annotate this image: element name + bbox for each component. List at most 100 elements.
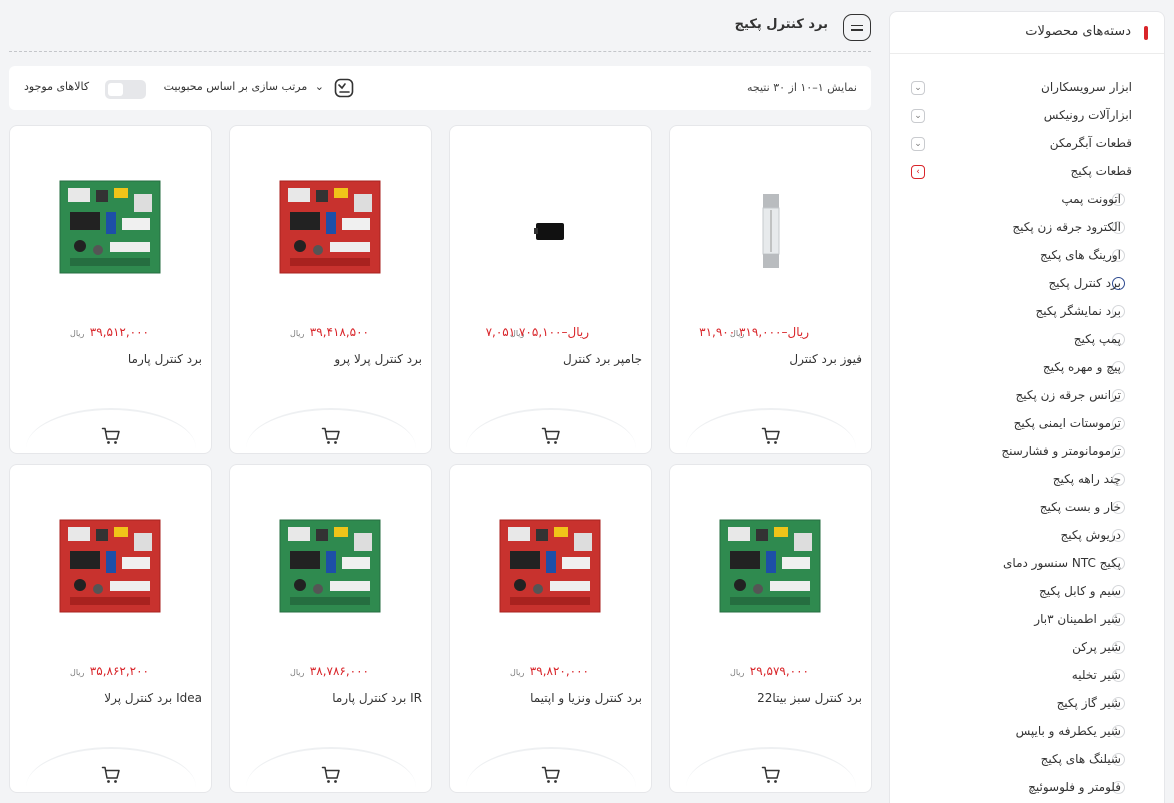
fuse-icon [670, 194, 871, 300]
sidebar-subcategory-label: شیر گاز پکیج [1056, 696, 1121, 710]
menu-icon[interactable] [843, 14, 871, 41]
sidebar-category[interactable]: ⌄ قطعات آبگرمکن [890, 132, 1164, 156]
sidebar-subcategory[interactable]: دریوش پکیج [890, 524, 1164, 548]
sidebar-subcategory[interactable]: پمپ پکیج [890, 328, 1164, 352]
sidebar-subcategory[interactable]: چند راهه پکیج [890, 468, 1164, 492]
green-pcb-icon [10, 180, 211, 300]
product-name[interactable]: برد کنترل پرلا Idea [104, 691, 202, 705]
product-name[interactable]: برد کنترل پارما [128, 352, 202, 366]
sidebar-subcategory[interactable]: شیر تخلیه [890, 664, 1164, 688]
sidebar-subcategory[interactable]: ترموستات ایمنی پکیج [890, 412, 1164, 436]
sidebar-header: دسته‌های محصولات [890, 12, 1164, 54]
sidebar-subcategory[interactable]: اورینگ های پکیج [890, 244, 1164, 268]
sidebar-subcategory[interactable]: فلومتر و فلوسوئیچ [890, 776, 1164, 800]
product-card[interactable]: ریال ۳۹,۴۱۸,۵۰۰ برد کنترل پرلا پرو [229, 125, 432, 454]
sidebar-subcategory[interactable]: برد نمایشگر پکیج [890, 300, 1164, 324]
product-name[interactable]: برد کنترل پرلا پرو [334, 352, 422, 366]
product-name[interactable]: فیوز برد کنترل [789, 352, 862, 366]
product-image[interactable] [230, 505, 431, 635]
product-image[interactable] [450, 166, 651, 296]
product-card[interactable]: ریال ۳۵,۸۶۲,۲۰۰ برد کنترل پرلا Idea [9, 464, 212, 793]
sidebar-subcategory-label: دریوش پکیج [1060, 528, 1121, 542]
sidebar-subcategory-label: پیچ و مهره پکیج [1042, 360, 1121, 374]
sidebar-subcategory[interactable]: شیر اطمینان ۳بار [890, 608, 1164, 632]
cart-icon[interactable] [761, 765, 781, 785]
chevron-down-icon[interactable]: ⌄ [911, 109, 925, 123]
sidebar-subcategory[interactable]: ترمومانومتر و فشارسنج [890, 440, 1164, 464]
product-name[interactable]: برد کنترل سبز بیتا22 [757, 691, 862, 705]
price-currency: ریال [70, 668, 85, 677]
product-image[interactable] [670, 505, 871, 635]
chevron-down-icon[interactable]: ⌄ [911, 81, 925, 95]
product-image[interactable] [10, 166, 211, 296]
price-currency: ریال [730, 668, 745, 677]
sidebar-subcategory[interactable]: خار و بست پکیج [890, 496, 1164, 520]
sidebar-subcategory-label: ترمومانومتر و فشارسنج [1001, 444, 1121, 458]
sidebar-category[interactable]: ‹ قطعات پکیج [890, 160, 1164, 184]
sidebar-subcategory[interactable]: شیر پرکن [890, 636, 1164, 660]
product-name[interactable]: برد کنترل ونزیا و اپتیما [530, 691, 642, 705]
price-currency: ریال [510, 668, 525, 677]
price-currency: ریال [290, 668, 305, 677]
product-image[interactable] [10, 505, 211, 635]
sidebar-category[interactable]: ⌄ ابزارآلات رونیکس [890, 104, 1164, 128]
sort-icon[interactable] [333, 77, 355, 99]
sidebar-subcategory[interactable]: سنسور دمای NTC پکیج [890, 552, 1164, 576]
cart-icon[interactable] [321, 765, 341, 785]
product-card[interactable]: ریال ۳۸,۷۸۶,۰۰۰ برد کنترل پارما IR [229, 464, 432, 793]
chevron-down-icon: ⌄ [314, 80, 324, 93]
product-card[interactable]: ریال ۳۹,۸۲۰,۰۰۰ برد کنترل ونزیا و اپتیما [449, 464, 652, 793]
sidebar-subcategory[interactable]: سیم و کابل پکیج [890, 580, 1164, 604]
result-count: نمایش ۱–۱۰ از ۳۰ نتیجه [746, 81, 857, 94]
chevron-down-icon[interactable]: ⌄ [911, 137, 925, 151]
cart-icon[interactable] [541, 765, 561, 785]
product-name[interactable]: برد کنترل پارما IR [332, 691, 422, 705]
sidebar-subcategory[interactable]: شیر گاز پکیج [890, 692, 1164, 716]
red-pcb-icon [450, 519, 651, 639]
sidebar-subcategory[interactable]: اتوونت پمپ [890, 188, 1164, 212]
sidebar-category-label: قطعات آبگرمکن [1049, 136, 1132, 150]
sort-dropdown[interactable]: مرتب سازی بر اساس محبوبیت ⌄ [164, 80, 324, 93]
sidebar-subcategory[interactable]: پیچ و مهره پکیج [890, 356, 1164, 380]
cart-icon[interactable] [761, 426, 781, 446]
product-image[interactable] [450, 505, 651, 635]
sidebar-subcategory-label: شیلنگ های پکیج [1040, 752, 1121, 766]
sidebar-subcategory[interactable]: شیر یکطرفه و بایپس [890, 720, 1164, 744]
sidebar-category[interactable]: ⌄ ابزار سرویسکاران [890, 76, 1164, 100]
jumper-icon [450, 223, 651, 300]
sidebar-subcategory-label: شیر اطمینان ۳بار [1034, 612, 1121, 626]
cart-icon[interactable] [541, 426, 561, 446]
green-pcb-icon [670, 519, 871, 639]
cart-icon[interactable] [101, 765, 121, 785]
product-card[interactable]: ریال ۷,۰۵۱ ریال–۷۰۵,۱۰۰ جامپر برد کنترل [449, 125, 652, 454]
sidebar-subcategory-label: شیر یکطرفه و بایپس [1015, 724, 1121, 738]
sidebar-subcategory-label: برد نمایشگر پکیج [1035, 304, 1122, 318]
cart-icon[interactable] [101, 426, 121, 446]
in-stock-toggle[interactable] [105, 80, 146, 99]
chevron-left-icon[interactable]: ‹ [911, 165, 925, 179]
header-divider [9, 51, 871, 52]
product-price: ۳۱,۹۰۰ ریال–۳۱۹,۰۰۰ [699, 325, 809, 339]
sidebar-subcategory-label: فلومتر و فلوسوئیچ [1028, 780, 1121, 794]
sidebar-subcategory[interactable]: برد کنترل پکیج [890, 272, 1164, 296]
sidebar-subcategory-label: شیر تخلیه [1071, 668, 1121, 682]
page-title: برد کنترل پکیج [734, 17, 828, 32]
product-card[interactable]: ریال ۳۹,۵۱۲,۰۰۰ برد کنترل پارما [9, 125, 212, 454]
product-card[interactable]: ریال ۲۹,۵۷۹,۰۰۰ برد کنترل سبز بیتا22 [669, 464, 872, 793]
product-price: ۳۹,۴۱۸,۵۰۰ [309, 325, 369, 339]
sidebar-subcategory-label: خار و بست پکیج [1039, 500, 1121, 514]
product-card[interactable]: ریال ۳۱,۹۰۰ ریال–۳۱۹,۰۰۰ فیوز برد کنترل [669, 125, 872, 454]
sidebar-subcategory-label: اورینگ های پکیج [1040, 248, 1121, 262]
sidebar-subcategory-label: الکترود جرقه زن پکیج [1012, 220, 1121, 234]
product-image[interactable] [670, 166, 871, 296]
product-image[interactable] [230, 166, 431, 296]
sidebar-subcategory-label: ترموستات ایمنی پکیج [1013, 416, 1121, 430]
sidebar-category-label: ابزارآلات رونیکس [1043, 108, 1132, 122]
sidebar-subcategory-label: اتوونت پمپ [1061, 192, 1121, 206]
sidebar-subcategory[interactable]: ترانس جرقه زن پکیج [890, 384, 1164, 408]
cart-icon[interactable] [321, 426, 341, 446]
sidebar-subcategory[interactable]: شیلنگ های پکیج [890, 748, 1164, 772]
product-name[interactable]: جامپر برد کنترل [563, 352, 642, 366]
sidebar-subcategory[interactable]: الکترود جرقه زن پکیج [890, 216, 1164, 240]
categories-sidebar: دسته‌های محصولات ⌄ ابزار سرویسکاران ⌄ ابزار… [889, 11, 1165, 803]
